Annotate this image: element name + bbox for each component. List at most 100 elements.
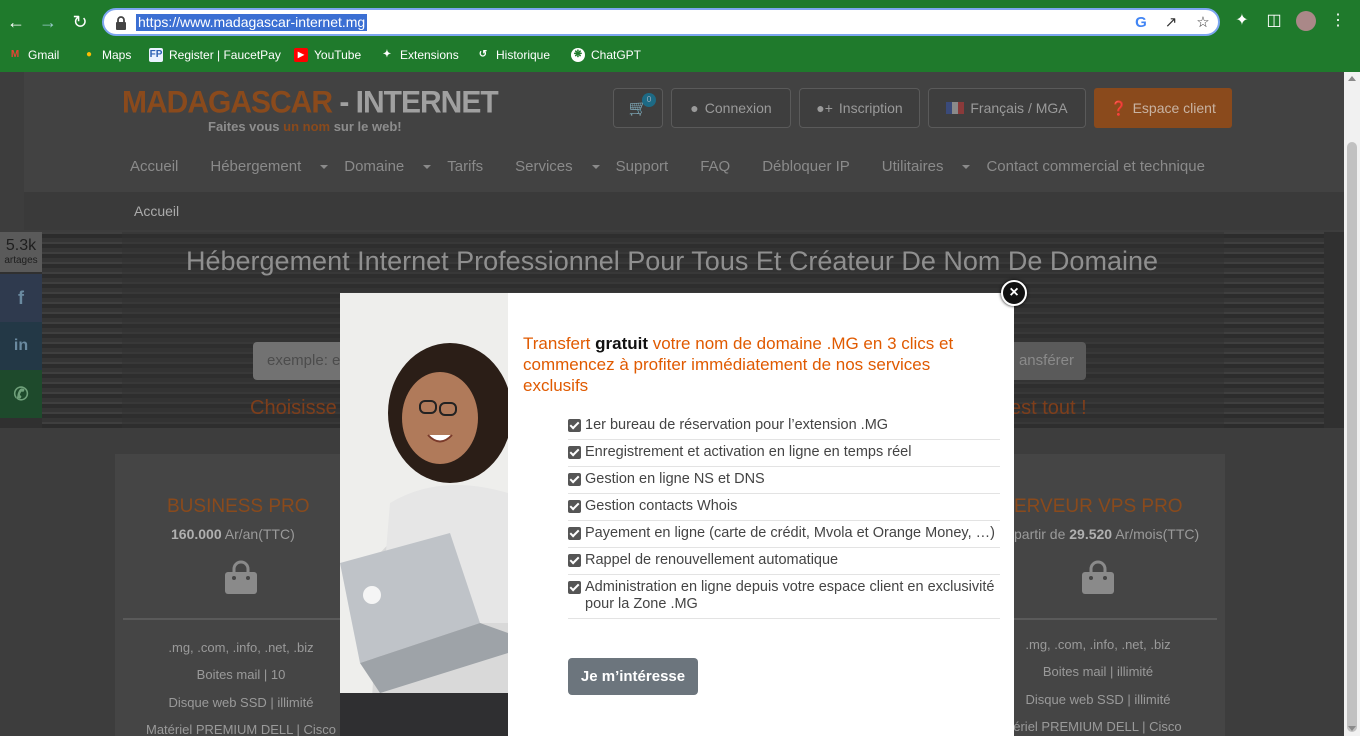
chatgpt-icon: ❋ bbox=[571, 48, 585, 62]
bookmark-extensions[interactable]: ✦ Extensions bbox=[380, 46, 459, 64]
french-flag-icon bbox=[946, 102, 965, 114]
feature-item: 1er bureau de réservation pour l’extensi… bbox=[568, 413, 1000, 440]
modal-heading: Transfert gratuit votre nom de domaine .… bbox=[523, 334, 954, 395]
caret-down-icon bbox=[423, 165, 432, 170]
extensions-icon[interactable]: ✦ bbox=[1232, 11, 1252, 31]
menu-item-support[interactable]: Support bbox=[616, 158, 685, 175]
side-panel-icon[interactable]: ◫ bbox=[1264, 11, 1284, 31]
modal-content: Transfert gratuit votre nom de domaine .… bbox=[508, 293, 1014, 736]
question-circle-icon: ❓ bbox=[1110, 99, 1128, 116]
bookmark-historique[interactable]: ↺ Historique bbox=[476, 46, 550, 64]
breadcrumb-home[interactable]: Accueil bbox=[134, 203, 179, 219]
menu-item-accueil[interactable]: Accueil bbox=[130, 158, 194, 175]
menu-dots-icon[interactable]: ⋮ bbox=[1328, 11, 1348, 31]
feature-item: Administration en ligne depuis votre esp… bbox=[568, 575, 1000, 619]
card-price: 160.000 Ar/an(TTC) bbox=[171, 526, 295, 542]
feature-list: 1er bureau de réservation pour l’extensi… bbox=[568, 413, 1000, 619]
checkbox-checked-icon bbox=[568, 500, 581, 513]
breadcrumb: Accueil bbox=[24, 192, 1344, 230]
puzzle-icon: ✦ bbox=[382, 49, 392, 60]
card-feature: Matériel PREMIUM DELL | Cisco bbox=[146, 722, 336, 736]
scrollbar-thumb[interactable] bbox=[1347, 142, 1357, 732]
shopping-bag-icon bbox=[1082, 560, 1114, 594]
profile-avatar[interactable] bbox=[1296, 11, 1316, 31]
bookmark-chatgpt[interactable]: ❋ ChatGPT bbox=[571, 46, 641, 64]
facebook-share-button[interactable]: f bbox=[0, 274, 42, 322]
facebook-icon: f bbox=[18, 287, 24, 308]
menu-item-faq[interactable]: FAQ bbox=[700, 158, 746, 175]
feature-item: Gestion contacts Whois bbox=[568, 494, 1000, 521]
bookmark-maps[interactable]: ● Maps bbox=[82, 46, 131, 64]
promo-photo-illustration bbox=[340, 293, 508, 736]
cart-button[interactable]: 🛒 0 bbox=[613, 88, 663, 128]
checkbox-checked-icon bbox=[568, 527, 581, 540]
hero-cta-right: est tout ! bbox=[1010, 397, 1087, 419]
checkbox-checked-icon bbox=[568, 581, 581, 594]
back-icon[interactable]: ← bbox=[4, 10, 28, 34]
caret-down-icon bbox=[591, 165, 600, 170]
feature-item: Gestion en ligne NS et DNS bbox=[568, 467, 1000, 494]
client-area-button[interactable]: ❓ Espace client bbox=[1094, 88, 1232, 128]
youtube-icon: ▶ bbox=[294, 48, 308, 62]
google-lens-icon[interactable]: G bbox=[1132, 14, 1150, 32]
language-button[interactable]: Français / MGA bbox=[928, 88, 1086, 128]
card-feature: .mg, .com, .info, .net, .biz bbox=[168, 640, 314, 655]
menu-item-utilitaires[interactable]: Utilitaires bbox=[882, 158, 971, 175]
reload-icon[interactable]: ↻ bbox=[68, 10, 92, 34]
user-plus-icon: ●+ bbox=[816, 100, 833, 116]
checkbox-checked-icon bbox=[568, 554, 581, 567]
page-scrollbar[interactable] bbox=[1344, 72, 1360, 736]
pricing-card-vps-pro: ERVEUR VPS PRO partir de 29.520 Ar/mois(… bbox=[1000, 454, 1225, 736]
signup-button[interactable]: ●+ Inscription bbox=[799, 88, 920, 128]
history-icon: ↺ bbox=[478, 49, 488, 60]
card-feature: Disque web SSD | illimité bbox=[1025, 692, 1171, 707]
bookmark-youtube[interactable]: ▶ YouTube bbox=[294, 46, 361, 64]
modal-close-icon[interactable]: × bbox=[1001, 280, 1027, 306]
promo-modal: Transfert gratuit votre nom de domaine .… bbox=[340, 293, 1014, 736]
bookmark-star-icon[interactable]: ☆ bbox=[1194, 14, 1212, 32]
checkbox-checked-icon bbox=[568, 473, 581, 486]
menu-item-contact[interactable]: Contact commercial et technique bbox=[986, 158, 1220, 175]
bookmark-faucetpay[interactable]: FP Register | FaucetPay bbox=[149, 46, 281, 64]
domain-search-input[interactable]: exemple: e bbox=[253, 342, 353, 380]
card-feature: Disque web SSD | illimité bbox=[168, 695, 314, 710]
menu-item-debloquer-ip[interactable]: Débloquer IP bbox=[762, 158, 866, 175]
whatsapp-icon: ✆ bbox=[13, 383, 29, 404]
pricing-card-business-pro: BUSINESS PRO 160.000 Ar/an(TTC) .mg, .co… bbox=[115, 454, 368, 736]
main-menu: Accueil Hébergement Domaine Tarifs Servi… bbox=[130, 158, 1237, 175]
card-feature: Boites mail | 10 bbox=[196, 667, 286, 682]
card-feature: .mg, .com, .info, .net, .biz bbox=[1025, 637, 1171, 652]
scroll-down-icon[interactable] bbox=[1348, 726, 1356, 731]
feature-item: Enregistrement et activation en ligne en… bbox=[568, 440, 1000, 467]
menu-item-tarifs[interactable]: Tarifs bbox=[447, 158, 499, 175]
linkedin-icon: in bbox=[13, 337, 29, 354]
feature-item: Rappel de renouvellement automatique bbox=[568, 548, 1000, 575]
address-bar[interactable]: https://www.madagascar-internet.mg G ↗ ☆ bbox=[102, 8, 1220, 36]
scroll-up-icon[interactable] bbox=[1348, 76, 1356, 81]
menu-item-services[interactable]: Services bbox=[515, 158, 600, 175]
hero-title: Hébergement Internet Professionnel Pour … bbox=[186, 246, 1158, 276]
card-price: partir de 29.520 Ar/mois(TTC) bbox=[1014, 526, 1200, 542]
whatsapp-share-button[interactable]: ✆ bbox=[0, 370, 42, 418]
checkbox-checked-icon bbox=[568, 446, 581, 459]
share-page-icon[interactable]: ↗ bbox=[1162, 14, 1180, 32]
cart-count-badge: 0 bbox=[642, 93, 656, 107]
card-title: ERVEUR VPS PRO bbox=[1014, 496, 1183, 517]
bookmark-gmail[interactable]: M Gmail bbox=[8, 46, 60, 64]
linkedin-share-button[interactable]: in bbox=[0, 322, 42, 370]
menu-item-hebergement[interactable]: Hébergement bbox=[210, 158, 329, 175]
lock-icon bbox=[116, 16, 126, 30]
card-feature: Boites mail | illimité bbox=[1042, 664, 1154, 679]
interested-button[interactable]: Je m’intéresse bbox=[568, 658, 698, 695]
url-text[interactable]: https://www.madagascar-internet.mg bbox=[136, 14, 368, 31]
forward-icon[interactable]: → bbox=[36, 10, 60, 34]
card-divider bbox=[123, 618, 368, 620]
site-logo[interactable]: MADAGASCAR - INTERNET bbox=[122, 85, 499, 121]
woman-laptop-photo bbox=[340, 293, 508, 736]
user-icon: ● bbox=[690, 100, 699, 116]
hero-cta-left: Choisisse bbox=[250, 397, 337, 419]
browser-toolbar: ← → ↻ https://www.madagascar-internet.mg… bbox=[0, 0, 1360, 44]
menu-item-domaine[interactable]: Domaine bbox=[344, 158, 432, 175]
card-divider bbox=[1000, 618, 1217, 620]
login-button[interactable]: ● Connexion bbox=[671, 88, 791, 128]
